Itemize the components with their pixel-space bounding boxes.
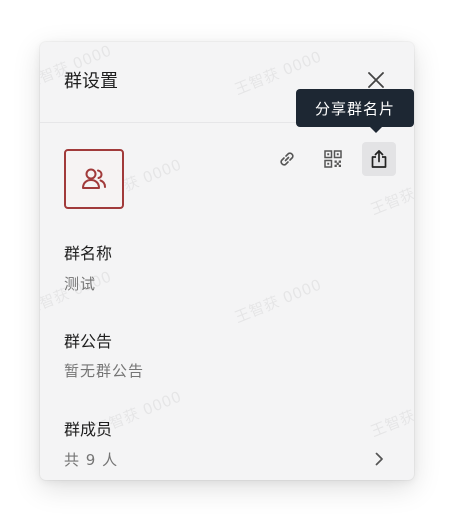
group-notice-label: 群公告 bbox=[64, 332, 113, 351]
watermark: 王智获 0000 bbox=[368, 389, 414, 441]
group-notice-value: 暂无群公告 bbox=[64, 362, 145, 380]
group-avatar bbox=[64, 149, 124, 209]
group-members-row[interactable]: 共 9 人 bbox=[40, 442, 414, 476]
group-name-value: 测试 bbox=[64, 275, 97, 293]
chevron-right-icon bbox=[375, 452, 383, 466]
group-members-label: 群成员 bbox=[64, 420, 113, 439]
tooltip-arrow bbox=[370, 127, 382, 133]
dialog-title: 群设置 bbox=[64, 71, 118, 92]
share-card-button[interactable] bbox=[362, 142, 396, 176]
group-name-label: 群名称 bbox=[64, 244, 113, 263]
watermark: 王智获 0000 bbox=[232, 275, 325, 327]
group-members-icon bbox=[82, 168, 106, 189]
stage: 王智获 0000 王智获 0000 王智获 0000 王智获 0000 王智获 … bbox=[0, 0, 455, 521]
qrcode-button[interactable] bbox=[316, 142, 350, 176]
link-icon bbox=[280, 152, 294, 166]
qrcode-icon bbox=[324, 150, 342, 168]
copy-link-button[interactable] bbox=[270, 142, 304, 176]
group-members-count: 共 9 人 bbox=[64, 451, 119, 469]
share-icon bbox=[371, 150, 387, 168]
share-tooltip: 分享群名片 bbox=[296, 89, 414, 127]
